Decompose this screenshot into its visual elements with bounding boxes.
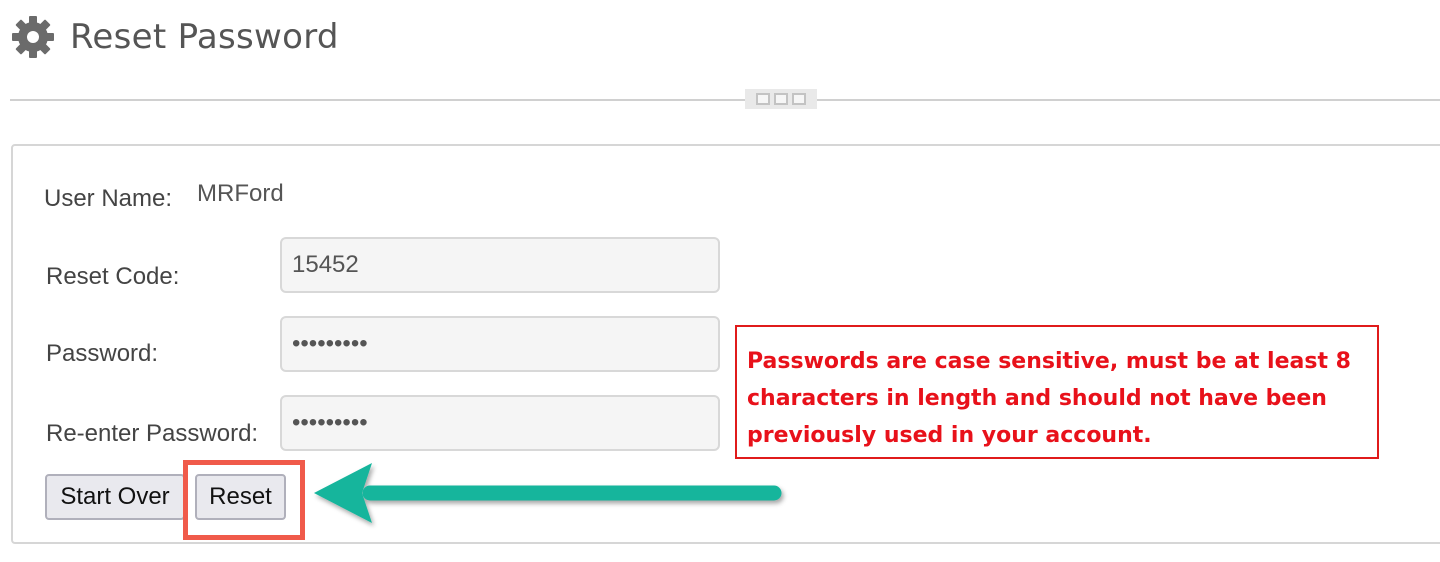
- note-line: characters in length and should not have…: [747, 386, 1327, 411]
- username-label: User Name:: [44, 185, 173, 212]
- reset-code-label: Reset Code:: [46, 263, 180, 290]
- reenter-password-label: Re-enter Password:: [46, 420, 259, 447]
- reset-code-input[interactable]: [280, 237, 720, 293]
- page-header: Reset Password: [10, 12, 339, 62]
- page-title: Reset Password: [70, 17, 339, 57]
- grip-dot: [756, 93, 770, 105]
- grip-dot: [774, 93, 788, 105]
- note-line: Passwords are case sensitive, must be at…: [747, 349, 1351, 374]
- reset-highlight-box: [183, 460, 305, 540]
- resize-handle[interactable]: [745, 89, 817, 109]
- gear-icon: [12, 16, 54, 58]
- section-divider: [10, 99, 1440, 101]
- reenter-password-input[interactable]: [280, 395, 720, 451]
- password-input[interactable]: [280, 316, 720, 372]
- password-requirements-note: Passwords are case sensitive, must be at…: [735, 325, 1379, 459]
- note-line: previously used in your account.: [747, 423, 1152, 448]
- username-value: MRFord: [197, 180, 284, 207]
- start-over-button[interactable]: Start Over: [45, 474, 185, 520]
- pointer-arrow-icon: [314, 463, 782, 523]
- grip-dot: [792, 93, 806, 105]
- password-label: Password:: [46, 340, 159, 367]
